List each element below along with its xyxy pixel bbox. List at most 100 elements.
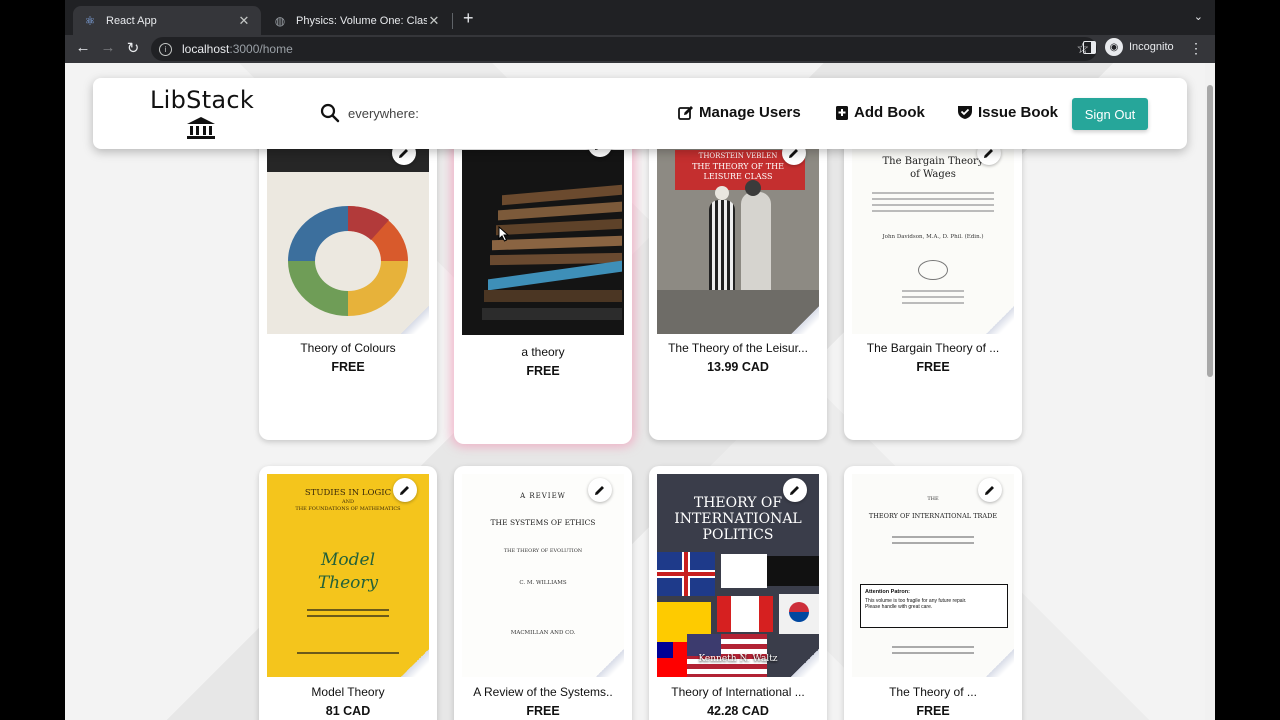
app-header: LibStack Manage Users — [93, 78, 1187, 149]
book-cover[interactable]: THE THEORY OF INTERNATIONAL TRADE Attent… — [852, 474, 1014, 677]
cover-title-line: Model — [320, 550, 376, 570]
issue-book-link[interactable]: Issue Book — [957, 104, 1058, 121]
book-price: 81 CAD — [325, 704, 371, 718]
incognito-profile[interactable]: ◉ Incognito — [1105, 38, 1174, 56]
tab-physics[interactable]: ◍ Physics: Volume One: Classica ✕ — [263, 6, 451, 35]
manage-users-label: Manage Users — [699, 104, 801, 121]
cover-title-line: of Wages — [910, 169, 956, 180]
edit-icon[interactable] — [978, 478, 1002, 502]
cover-subtitle: THE THEORY OF EVOLUTION — [503, 548, 583, 554]
cover-title-line: INTERNATIONAL — [674, 511, 802, 527]
page-curl-decoration — [791, 306, 819, 334]
book-card[interactable]: THORSTEIN VEBLEN THE THEORY OF THE LEISU… — [649, 119, 827, 440]
page-curl-decoration — [791, 649, 819, 677]
add-book-label: Add Book — [854, 104, 925, 121]
browser-chrome: ⚛ React App ✕ ◍ Physics: Volume One: Cla… — [65, 0, 1215, 63]
new-tab-button[interactable]: + — [463, 8, 474, 29]
sign-out-button[interactable]: Sign Out — [1072, 98, 1148, 130]
edit-icon[interactable] — [783, 478, 807, 502]
incognito-icon: ◉ — [1105, 38, 1123, 56]
logo[interactable]: LibStack — [150, 86, 255, 141]
search-input[interactable] — [348, 105, 608, 121]
book-title: Theory of International ... — [671, 685, 805, 699]
book-title: The Theory of ... — [889, 685, 977, 699]
cover-author: C. M. WILLIAMS — [519, 580, 567, 586]
book-cover[interactable]: The Bargain Theory of Wages John Davidso… — [852, 140, 1014, 334]
book-price: FREE — [526, 704, 560, 718]
logo-text: LibStack — [150, 86, 255, 114]
book-cover[interactable]: STUDIES IN LOGIC AND THE FOUNDATIONS OF … — [267, 474, 429, 677]
library-building-icon — [187, 117, 215, 139]
book-price: FREE — [916, 360, 950, 374]
book-cover[interactable]: A REVIEW THE SYSTEMS OF ETHICS THE THEOR… — [462, 474, 624, 677]
book-card[interactable]: THEORY OF INTERNATIONAL POLITICS Kenneth… — [649, 466, 827, 720]
tab-separator — [452, 13, 453, 29]
book-card[interactable]: a theory FREE — [454, 119, 632, 444]
scrollbar-thumb[interactable] — [1207, 85, 1213, 377]
page-curl-decoration — [596, 649, 624, 677]
cover-series: THE FOUNDATIONS OF MATHEMATICS — [295, 506, 401, 512]
address-bar[interactable]: i localhost :3000/home ☆ — [151, 37, 1097, 61]
tab-title: Physics: Volume One: Classica — [296, 14, 427, 27]
chevron-down-icon[interactable]: ⌄ — [1194, 10, 1203, 23]
browser-toolbar: ← → ↻ i localhost :3000/home ☆ ◉ Incogni… — [65, 35, 1215, 63]
search-bar — [320, 103, 608, 123]
book-card[interactable]: STUDIES IN LOGIC AND THE FOUNDATIONS OF … — [259, 466, 437, 720]
forward-button[interactable]: → — [98, 39, 118, 56]
tab-react-app[interactable]: ⚛ React App ✕ — [73, 6, 261, 35]
book-price: FREE — [331, 360, 365, 374]
book-plus-icon — [836, 105, 848, 120]
tab-strip: ⚛ React App ✕ ◍ Physics: Volume One: Cla… — [65, 0, 1215, 35]
url-host: localhost — [182, 42, 230, 56]
cover-author: John Davidson, M.A., D. Phil. (Edin.) — [882, 234, 984, 240]
cover-title-line: THE SYSTEMS OF ETHICS — [490, 518, 596, 527]
side-panel-icon[interactable] — [1083, 41, 1096, 54]
close-icon[interactable]: ✕ — [427, 13, 441, 29]
book-title: A Review of the Systems.. — [473, 685, 613, 699]
page-viewport: Theory of Colours FREE a theory FREE THO… — [65, 63, 1215, 720]
search-icon[interactable] — [320, 103, 340, 123]
book-title: The Theory of the Leisur... — [668, 341, 808, 355]
book-price: 42.28 CAD — [707, 704, 769, 718]
scrollbar[interactable] — [1205, 63, 1215, 720]
cover-title-line: THEORY OF INTERNATIONAL TRADE — [868, 512, 998, 520]
page-curl-decoration — [986, 306, 1014, 334]
page-curl-decoration — [986, 649, 1014, 677]
book-cover[interactable] — [267, 140, 429, 334]
color-wheel-image — [288, 205, 408, 316]
page-curl-decoration — [401, 306, 429, 334]
book-title: Theory of Colours — [300, 341, 396, 355]
add-book-link[interactable]: Add Book — [835, 104, 925, 121]
book-cover[interactable]: THORSTEIN VEBLEN THE THEORY OF THE LEISU… — [657, 140, 819, 334]
back-button[interactable]: ← — [73, 39, 93, 56]
edit-icon[interactable] — [588, 478, 612, 502]
info-icon[interactable]: i — [159, 42, 172, 56]
issue-book-label: Issue Book — [978, 104, 1059, 121]
patron-notice-text: Please handle with great care. — [865, 604, 933, 610]
cover-title-line: LEISURE CLASS — [703, 172, 773, 181]
edit-square-icon — [678, 105, 693, 120]
tab-title: React App — [106, 14, 157, 27]
manage-users-link[interactable]: Manage Users — [678, 104, 801, 121]
book-price: 13.99 CAD — [707, 360, 769, 374]
reload-button[interactable]: ↻ — [123, 39, 143, 57]
book-card[interactable]: The Bargain Theory of Wages John Davidso… — [844, 119, 1022, 440]
book-card[interactable]: A REVIEW THE SYSTEMS OF ETHICS THE THEOR… — [454, 466, 632, 720]
menu-icon[interactable]: ⋮ — [1189, 40, 1203, 57]
patron-notice-heading: Attention Patron: — [865, 589, 910, 595]
close-icon[interactable]: ✕ — [237, 13, 251, 29]
book-cover[interactable]: THEORY OF INTERNATIONAL POLITICS Kenneth… — [657, 474, 819, 677]
url-path: :3000/home — [229, 42, 293, 56]
incognito-label: Incognito — [1129, 41, 1174, 53]
book-title: Model Theory — [311, 685, 385, 699]
book-card[interactable]: Theory of Colours FREE — [259, 119, 437, 440]
globe-icon: ◍ — [274, 13, 286, 28]
react-icon: ⚛ — [84, 13, 96, 28]
book-price: FREE — [916, 704, 950, 718]
book-price: FREE — [526, 364, 560, 378]
page-curl-decoration — [401, 649, 429, 677]
edit-icon[interactable] — [393, 478, 417, 502]
book-cover[interactable] — [462, 150, 624, 335]
book-card[interactable]: THE THEORY OF INTERNATIONAL TRADE Attent… — [844, 466, 1022, 720]
cover-title-line: POLITICS — [702, 527, 774, 543]
